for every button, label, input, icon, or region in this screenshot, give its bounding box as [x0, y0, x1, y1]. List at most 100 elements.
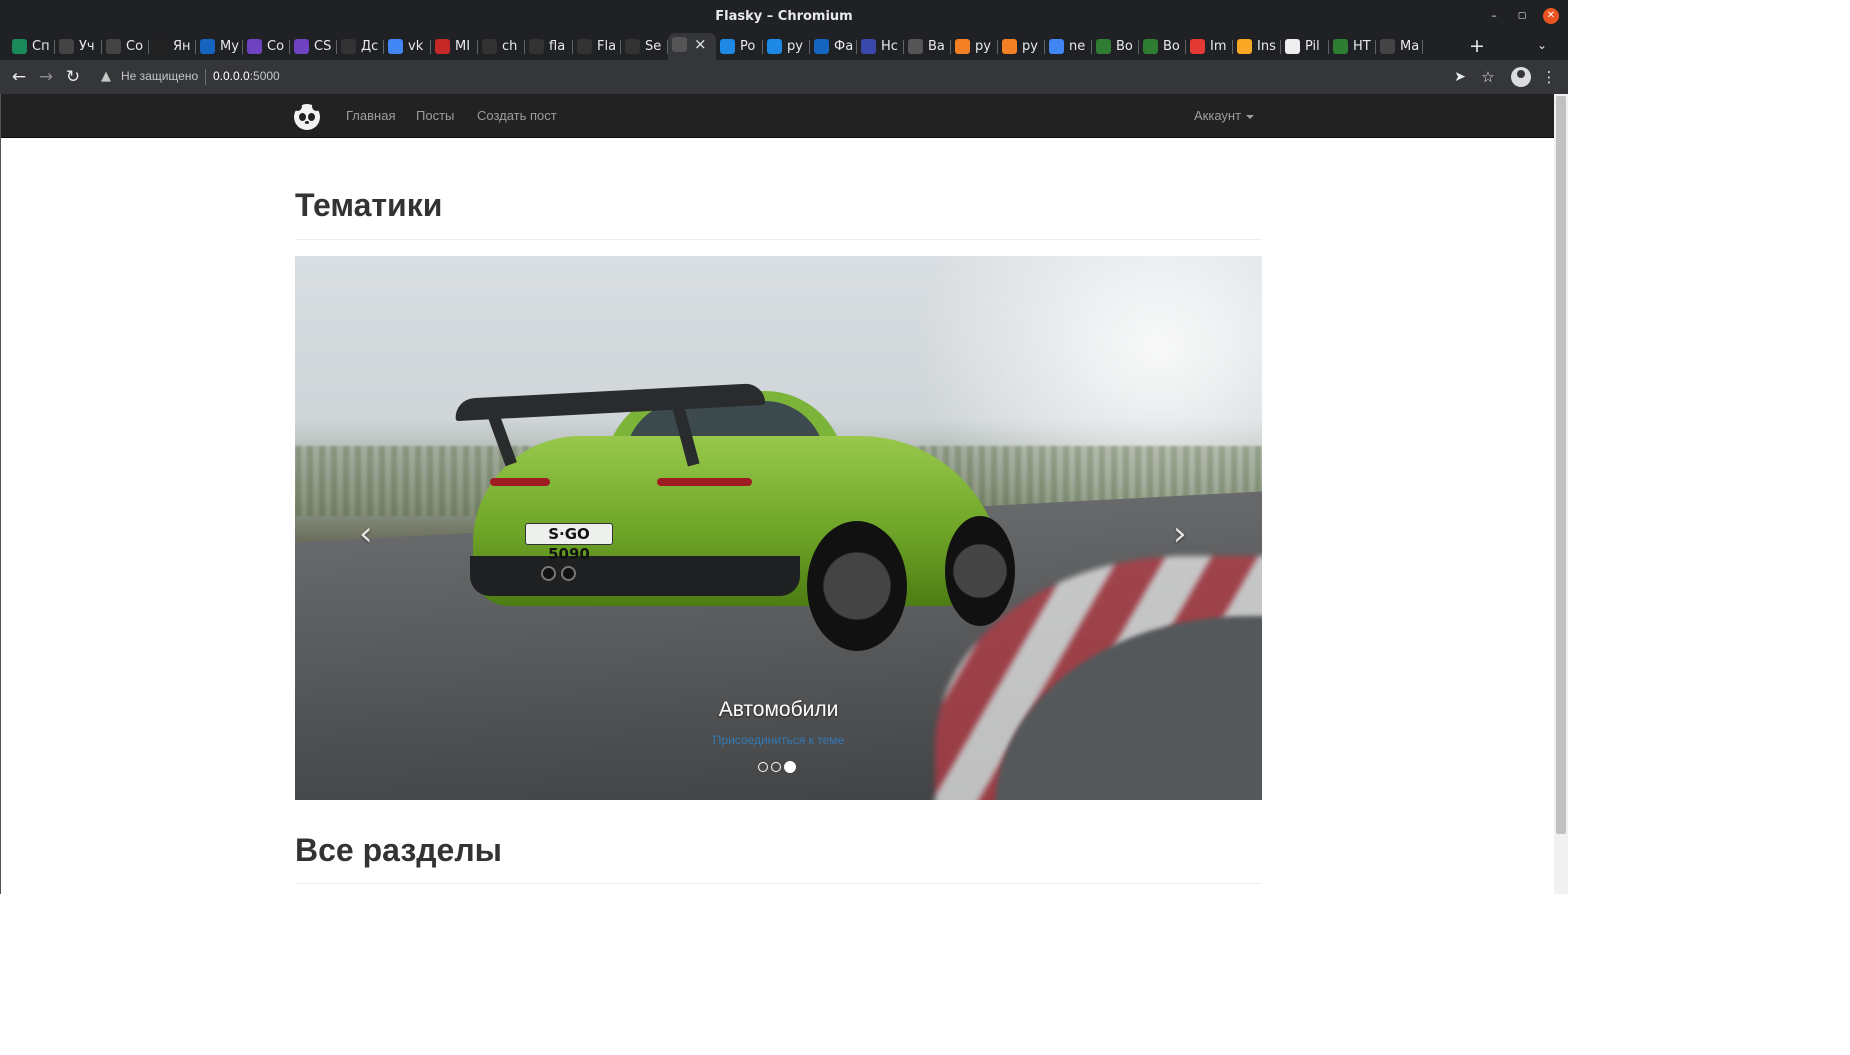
browser-tab[interactable]: Дс — [337, 35, 384, 59]
all-sections-heading: Все разделы — [295, 832, 502, 868]
tab-favicon-icon — [1237, 39, 1252, 54]
minimize-icon[interactable]: – — [1486, 8, 1502, 24]
browser-tab[interactable]: MI — [431, 35, 478, 59]
browser-tab[interactable]: Фа — [810, 35, 857, 59]
browser-tab[interactable]: Se — [621, 35, 668, 59]
browser-tab[interactable]: Сп — [8, 35, 55, 59]
browser-tab[interactable]: Fla — [573, 35, 621, 59]
browser-tab[interactable]: vk — [384, 35, 431, 59]
back-icon[interactable]: ← — [9, 67, 29, 87]
tab-favicon-icon — [1333, 39, 1348, 54]
browser-tab[interactable]: Bo — [1092, 35, 1139, 59]
send-icon[interactable]: ➤ — [1450, 67, 1470, 87]
url-text[interactable]: 0.0.0.0:5000 — [213, 69, 280, 83]
tab-label: HT — [1353, 39, 1371, 54]
page-scrollbar[interactable] — [1554, 94, 1568, 894]
carousel-indicator-dot[interactable] — [771, 761, 781, 772]
tab-favicon-icon — [294, 39, 309, 54]
tab-favicon-icon — [1380, 39, 1395, 54]
tab-favicon-icon — [1190, 39, 1205, 54]
tab-close-icon[interactable]: × — [694, 35, 707, 53]
account-dropdown[interactable]: Аккаунт — [1194, 108, 1255, 123]
window-title: Flasky – Chromium — [715, 9, 853, 24]
browser-menu-icon[interactable]: ⋮ — [1539, 67, 1559, 87]
tab-label: Hc — [881, 39, 898, 54]
carousel-next-chevron-icon[interactable]: › — [1173, 514, 1187, 554]
tab-favicon-icon — [1002, 39, 1017, 54]
tab-favicon-icon — [200, 39, 215, 54]
tab-label: Se — [645, 39, 662, 54]
divider — [295, 883, 1262, 884]
themes-carousel[interactable]: S·GO 5090 ‹ › Автомобили Присоединиться … — [295, 256, 1262, 800]
browser-tab[interactable]: ne — [1045, 35, 1092, 59]
reload-icon[interactable]: ↻ — [63, 67, 83, 87]
browser-tab[interactable]: Co — [102, 35, 149, 59]
account-label: Аккаунт — [1194, 108, 1242, 123]
browser-tab[interactable]: py — [763, 35, 810, 59]
browser-tab[interactable]: Co — [243, 35, 290, 59]
tab-label: Ins — [1257, 39, 1276, 54]
tab-strip: + ⌄ Сп Уч Co Ян My Co CS Дс vk MI ch fla Fla Se × Po py Ф… — [0, 33, 1568, 60]
carousel-indicators — [758, 758, 799, 776]
close-window-icon[interactable]: ✕ — [1543, 8, 1559, 24]
browser-tab[interactable]: Im — [1186, 35, 1233, 59]
tab-favicon-icon — [767, 39, 782, 54]
site-navbar: Главная Посты Создать пост Аккаунт — [1, 94, 1554, 138]
tab-favicon-icon — [1049, 39, 1064, 54]
tab-favicon-icon — [59, 39, 74, 54]
tab-favicon-icon — [435, 39, 450, 54]
browser-tab[interactable]: Po — [716, 35, 763, 59]
tab-flasky-active[interactable]: × — [668, 33, 716, 60]
browser-tab[interactable]: Hc — [857, 35, 904, 59]
browser-tab[interactable]: fla — [525, 35, 573, 59]
tail-light — [490, 478, 550, 486]
browser-tab[interactable]: Уч — [55, 35, 102, 59]
tab-label: Bo — [1116, 39, 1133, 54]
tab-search-icon[interactable]: ⌄ — [1537, 38, 1547, 52]
tab-label: ne — [1069, 39, 1086, 54]
nav-posts-link[interactable]: Посты — [416, 108, 454, 123]
security-status[interactable]: Не защищено — [121, 69, 198, 83]
tab-favicon-icon — [106, 39, 121, 54]
tab-label: My — [220, 39, 239, 54]
browser-toolbar: ← → ↻ ▲ Не защищено 0.0.0.0:5000 ➤ ☆ ⋮ — [0, 60, 1568, 94]
tab-label: Co — [267, 39, 285, 54]
tab-favicon-icon — [388, 39, 403, 54]
browser-tab[interactable]: py — [951, 35, 998, 59]
tab-label: MI — [455, 39, 471, 54]
forward-icon[interactable]: → — [36, 67, 56, 87]
browser-tab[interactable]: py — [998, 35, 1045, 59]
browser-tab[interactable]: HT — [1329, 35, 1376, 59]
browser-tab[interactable]: Ba — [904, 35, 951, 59]
tab-favicon-icon — [720, 39, 735, 54]
scrollbar-thumb[interactable] — [1556, 96, 1566, 834]
browser-tab[interactable]: Ma — [1376, 35, 1423, 59]
nav-create-post-link[interactable]: Создать пост — [477, 108, 557, 123]
nav-home-link[interactable]: Главная — [346, 108, 395, 123]
tab-label: Сп — [32, 39, 50, 54]
maximize-icon[interactable]: ▢ — [1514, 8, 1530, 24]
panda-logo-icon[interactable] — [293, 102, 321, 130]
tab-label: Уч — [79, 39, 95, 54]
carousel-caption-title: Автомобили — [718, 698, 839, 721]
browser-tab[interactable]: CS — [290, 35, 337, 59]
tab-favicon-icon — [625, 39, 640, 54]
browser-tab[interactable]: Bo — [1139, 35, 1186, 59]
address-bar[interactable]: ▲ Не защищено 0.0.0.0:5000 — [92, 65, 1502, 89]
tab-label: py — [1022, 39, 1038, 54]
browser-tab[interactable]: ch — [478, 35, 525, 59]
carousel-indicator-dot[interactable] — [784, 760, 796, 773]
carousel-prev-chevron-icon[interactable]: ‹ — [359, 514, 373, 554]
carousel-indicator-dot[interactable] — [758, 761, 768, 772]
join-theme-link[interactable]: Присоединиться к теме — [295, 733, 1262, 747]
browser-tab[interactable]: My — [196, 35, 243, 59]
tab-favicon-icon — [672, 37, 687, 52]
browser-tab[interactable]: Ян — [149, 35, 196, 59]
browser-tab[interactable]: Pil — [1281, 35, 1329, 59]
profile-avatar-icon[interactable] — [1511, 67, 1531, 87]
tab-label: Дс — [361, 39, 379, 54]
browser-tab[interactable]: Ins — [1233, 35, 1281, 59]
new-tab-icon[interactable]: + — [1469, 35, 1485, 57]
bookmark-star-icon[interactable]: ☆ — [1478, 67, 1498, 87]
tab-favicon-icon — [908, 39, 923, 54]
